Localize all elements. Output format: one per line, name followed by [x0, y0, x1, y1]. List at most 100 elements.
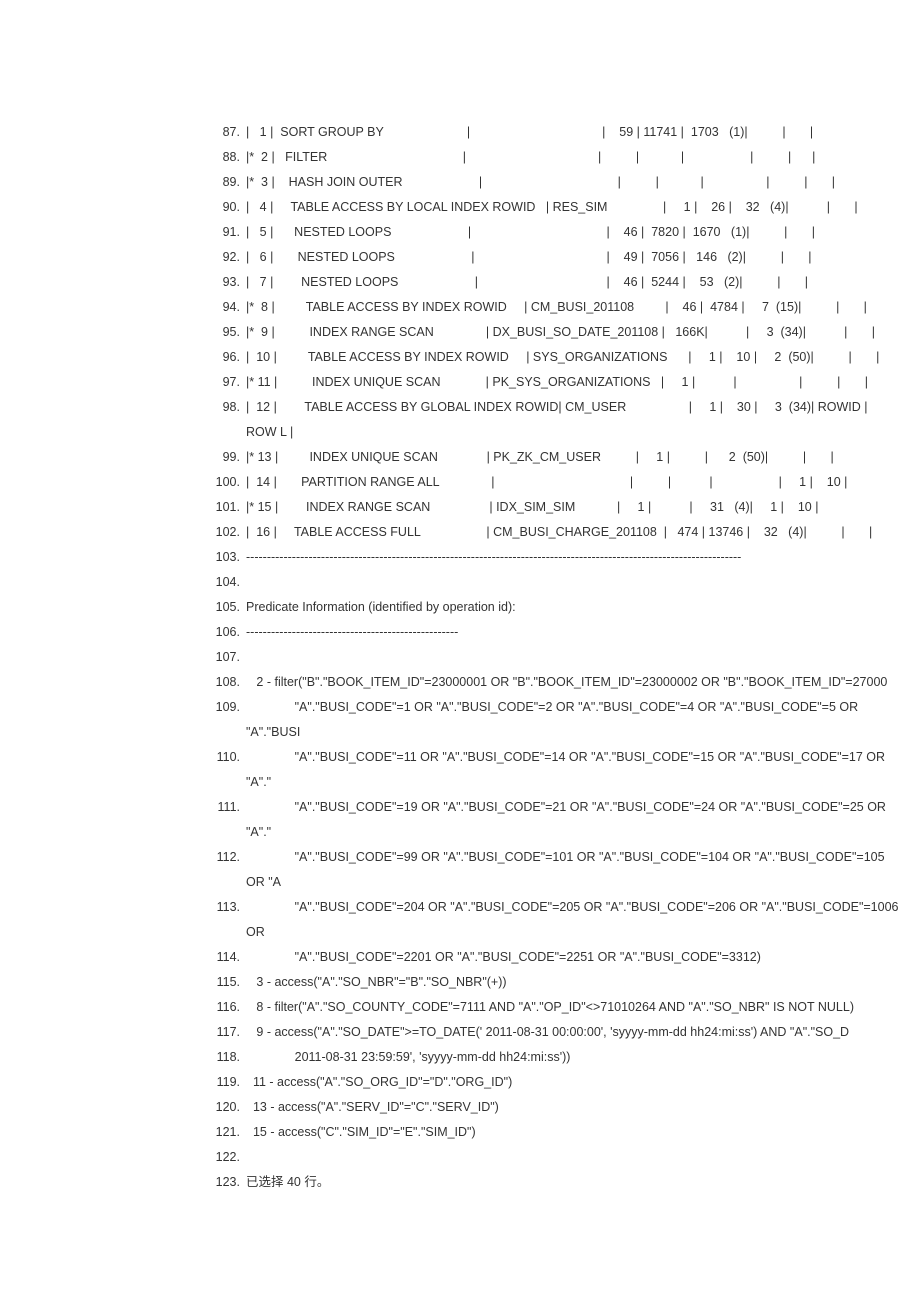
code-line: 98.| 12 | TABLE ACCESS BY GLOBAL INDEX R… — [0, 395, 920, 445]
line-number: 106. — [200, 620, 246, 645]
code-line: 111. "A"."BUSI_CODE"=19 OR "A"."BUSI_COD… — [0, 795, 920, 845]
code-line: 122. — [0, 1145, 920, 1170]
code-line: 115. 3 - access("A"."SO_NBR"="B"."SO_NBR… — [0, 970, 920, 995]
code-line: 120. 13 - access("A"."SERV_ID"="C"."SERV… — [0, 1095, 920, 1120]
line-number: 119. — [200, 1070, 246, 1095]
code-line: 112. "A"."BUSI_CODE"=99 OR "A"."BUSI_COD… — [0, 845, 920, 895]
line-number: 110. — [200, 745, 246, 770]
line-content: ----------------------------------------… — [246, 545, 920, 570]
code-line: 108. 2 - filter("B"."BOOK_ITEM_ID"=23000… — [0, 670, 920, 695]
line-number: 115. — [200, 970, 246, 995]
line-content: 2011-08-31 23:59:59', 'syyyy-mm-dd hh24:… — [246, 1045, 920, 1070]
line-content: | 1 | SORT GROUP BY | | 59 | 11741 | 170… — [246, 120, 920, 145]
line-content: | 5 | NESTED LOOPS | | 46 | 7820 | 1670 … — [246, 220, 920, 245]
line-number: 97. — [200, 370, 246, 395]
code-line: 104. — [0, 570, 920, 595]
line-content: 9 - access("A"."SO_DATE">=TO_DATE(' 2011… — [246, 1020, 920, 1045]
line-content: 8 - filter("A"."SO_COUNTY_CODE"=7111 AND… — [246, 995, 920, 1020]
code-line: 118. 2011-08-31 23:59:59', 'syyyy-mm-dd … — [0, 1045, 920, 1070]
line-content: 2 - filter("B"."BOOK_ITEM_ID"=23000001 O… — [246, 670, 920, 695]
code-line: 90.| 4 | TABLE ACCESS BY LOCAL INDEX ROW… — [0, 195, 920, 220]
code-line: 89.|* 3 | HASH JOIN OUTER | | | | | | | — [0, 170, 920, 195]
line-content: 15 - access("C"."SIM_ID"="E"."SIM_ID") — [246, 1120, 920, 1145]
line-number: 105. — [200, 595, 246, 620]
code-line: 110. "A"."BUSI_CODE"=11 OR "A"."BUSI_COD… — [0, 745, 920, 795]
code-line: 91.| 5 | NESTED LOOPS | | 46 | 7820 | 16… — [0, 220, 920, 245]
code-line: 101.|* 15 | INDEX RANGE SCAN | IDX_SIM_S… — [0, 495, 920, 520]
code-line: 95.|* 9 | INDEX RANGE SCAN | DX_BUSI_SO_… — [0, 320, 920, 345]
code-line: 102.| 16 | TABLE ACCESS FULL | CM_BUSI_C… — [0, 520, 920, 545]
line-number: 101. — [200, 495, 246, 520]
line-content: 已选择 40 行。 — [246, 1170, 920, 1195]
line-number: 117. — [200, 1020, 246, 1045]
line-content: | 7 | NESTED LOOPS | | 46 | 5244 | 53 (2… — [246, 270, 920, 295]
code-line: 117. 9 - access("A"."SO_DATE">=TO_DATE('… — [0, 1020, 920, 1045]
code-line: 87.| 1 | SORT GROUP BY | | 59 | 11741 | … — [0, 120, 920, 145]
line-number: 90. — [200, 195, 246, 220]
line-number: 123. — [200, 1170, 246, 1195]
line-content: ----------------------------------------… — [246, 620, 920, 645]
code-line: 105.Predicate Information (identified by… — [0, 595, 920, 620]
code-line: 121. 15 - access("C"."SIM_ID"="E"."SIM_I… — [0, 1120, 920, 1145]
code-line: 116. 8 - filter("A"."SO_COUNTY_CODE"=711… — [0, 995, 920, 1020]
code-line: 93.| 7 | NESTED LOOPS | | 46 | 5244 | 53… — [0, 270, 920, 295]
line-number: 87. — [200, 120, 246, 145]
line-content: "A"."BUSI_CODE"=99 OR "A"."BUSI_CODE"=10… — [246, 845, 920, 895]
line-number: 98. — [200, 395, 246, 420]
line-number: 102. — [200, 520, 246, 545]
code-line: 88.|* 2 | FILTER | | | | | | | — [0, 145, 920, 170]
code-line: 103.------------------------------------… — [0, 545, 920, 570]
code-line: 94.|* 8 | TABLE ACCESS BY INDEX ROWID | … — [0, 295, 920, 320]
line-number: 104. — [200, 570, 246, 595]
line-number: 116. — [200, 995, 246, 1020]
line-content: 3 - access("A"."SO_NBR"="B"."SO_NBR"(+)) — [246, 970, 920, 995]
line-number: 113. — [200, 895, 246, 920]
line-content: |* 13 | INDEX UNIQUE SCAN | PK_ZK_CM_USE… — [246, 445, 920, 470]
line-number: 99. — [200, 445, 246, 470]
line-number: 108. — [200, 670, 246, 695]
code-line: 113. "A"."BUSI_CODE"=204 OR "A"."BUSI_CO… — [0, 895, 920, 945]
code-listing: 87.| 1 | SORT GROUP BY | | 59 | 11741 | … — [0, 120, 920, 1195]
line-content — [246, 570, 920, 595]
line-number: 96. — [200, 345, 246, 370]
line-number: 121. — [200, 1120, 246, 1145]
code-line: 107. — [0, 645, 920, 670]
line-content: |* 3 | HASH JOIN OUTER | | | | | | | — [246, 170, 920, 195]
code-line: 123.已选择 40 行。 — [0, 1170, 920, 1195]
line-number: 112. — [200, 845, 246, 870]
line-content: | 10 | TABLE ACCESS BY INDEX ROWID | SYS… — [246, 345, 920, 370]
line-content: | 12 | TABLE ACCESS BY GLOBAL INDEX ROWI… — [246, 395, 920, 445]
line-number: 92. — [200, 245, 246, 270]
line-content: |* 9 | INDEX RANGE SCAN | DX_BUSI_SO_DAT… — [246, 320, 920, 345]
line-content: "A"."BUSI_CODE"=1 OR "A"."BUSI_CODE"=2 O… — [246, 695, 920, 745]
line-content: 11 - access("A"."SO_ORG_ID"="D"."ORG_ID"… — [246, 1070, 920, 1095]
line-content: "A"."BUSI_CODE"=2201 OR "A"."BUSI_CODE"=… — [246, 945, 920, 970]
line-content — [246, 1145, 920, 1170]
line-number: 103. — [200, 545, 246, 570]
line-content: |* 15 | INDEX RANGE SCAN | IDX_SIM_SIM |… — [246, 495, 920, 520]
line-number: 88. — [200, 145, 246, 170]
document-page: 87.| 1 | SORT GROUP BY | | 59 | 11741 | … — [0, 0, 920, 1275]
line-content: 13 - access("A"."SERV_ID"="C"."SERV_ID") — [246, 1095, 920, 1120]
code-line: 119. 11 - access("A"."SO_ORG_ID"="D"."OR… — [0, 1070, 920, 1095]
line-content: | 6 | NESTED LOOPS | | 49 | 7056 | 146 (… — [246, 245, 920, 270]
line-number: 111. — [200, 795, 246, 820]
code-line: 114. "A"."BUSI_CODE"=2201 OR "A"."BUSI_C… — [0, 945, 920, 970]
code-line: 109. "A"."BUSI_CODE"=1 OR "A"."BUSI_CODE… — [0, 695, 920, 745]
line-number: 95. — [200, 320, 246, 345]
line-content: "A"."BUSI_CODE"=204 OR "A"."BUSI_CODE"=2… — [246, 895, 920, 945]
line-number: 91. — [200, 220, 246, 245]
code-line: 99.|* 13 | INDEX UNIQUE SCAN | PK_ZK_CM_… — [0, 445, 920, 470]
code-line: 97.|* 11 | INDEX UNIQUE SCAN | PK_SYS_OR… — [0, 370, 920, 395]
line-content: "A"."BUSI_CODE"=11 OR "A"."BUSI_CODE"=14… — [246, 745, 920, 795]
code-line: 100.| 14 | PARTITION RANGE ALL | | | | |… — [0, 470, 920, 495]
line-content: |* 8 | TABLE ACCESS BY INDEX ROWID | CM_… — [246, 295, 920, 320]
line-content: | 16 | TABLE ACCESS FULL | CM_BUSI_CHARG… — [246, 520, 920, 545]
line-number: 122. — [200, 1145, 246, 1170]
line-content — [246, 645, 920, 670]
code-line: 96.| 10 | TABLE ACCESS BY INDEX ROWID | … — [0, 345, 920, 370]
line-content: | 14 | PARTITION RANGE ALL | | | | | 1 |… — [246, 470, 920, 495]
line-content: Predicate Information (identified by ope… — [246, 595, 920, 620]
line-number: 109. — [200, 695, 246, 720]
line-content: |* 2 | FILTER | | | | | | | — [246, 145, 920, 170]
